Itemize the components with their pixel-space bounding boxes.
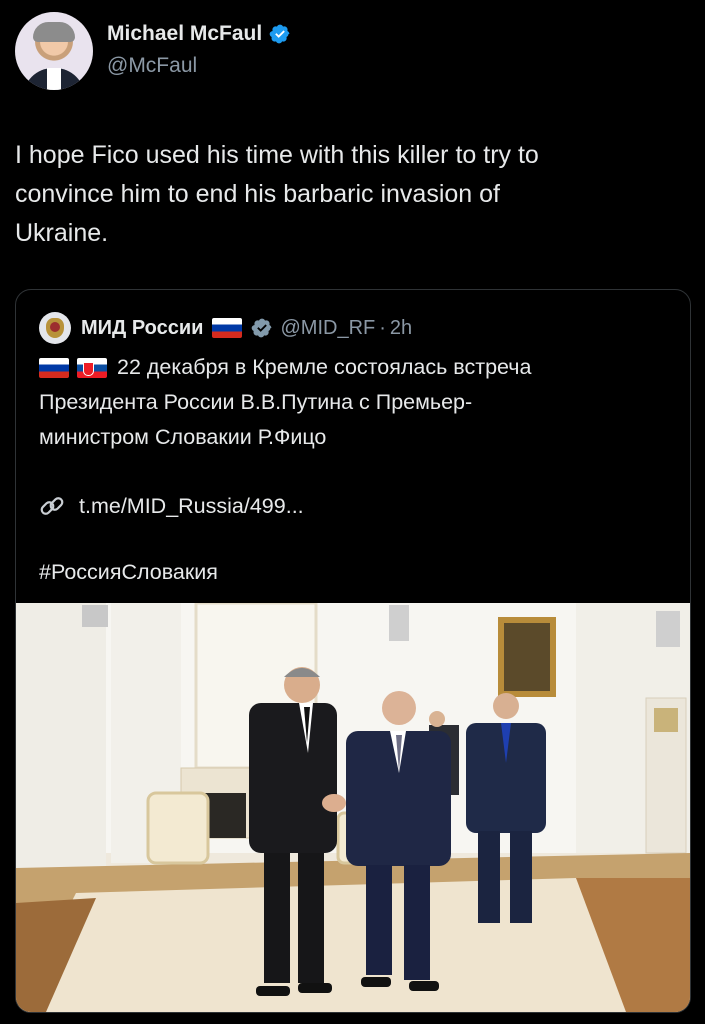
author-handle[interactable]: @McFaul — [107, 54, 197, 78]
slovakia-flag-icon — [77, 358, 107, 379]
quoted-line: 22 декабря в Кремле состоялась встреча — [117, 355, 532, 379]
quoted-author-handle[interactable]: @MID_RF — [280, 317, 375, 340]
quoted-header: МИД России @MID_RF · 2h — [39, 312, 412, 344]
quoted-line: Президента России В.В.Путина с Премьер- — [39, 390, 473, 414]
link-text[interactable]: t.me/MID_Russia/499... — [79, 494, 304, 519]
tweet-line: convince him to end his barbaric invasio… — [15, 180, 500, 208]
quoted-tweet-card[interactable]: МИД России @MID_RF · 2h 22 декабря в Кре… — [15, 289, 691, 1013]
author-name-row: Michael McFaul — [107, 22, 291, 46]
verified-badge-icon — [269, 24, 290, 44]
quoted-author-name[interactable]: МИД России — [81, 317, 203, 340]
tweet-text: I hope Fico used his time with this kill… — [15, 136, 655, 253]
quoted-avatar[interactable] — [39, 312, 71, 344]
separator-dot: · — [379, 316, 386, 339]
meeting-photo[interactable] — [16, 603, 690, 1012]
quoted-line: министром Словакии Р.Фицо — [39, 425, 327, 449]
hashtag[interactable]: #РоссияСловакия — [39, 560, 218, 585]
quoted-link[interactable]: t.me/MID_Russia/499... — [39, 493, 304, 519]
tweet-line: Ukraine. — [15, 219, 109, 247]
photo-illustration — [16, 603, 690, 1012]
author-avatar[interactable] — [15, 12, 93, 90]
russia-flag-icon — [39, 358, 69, 379]
russia-flag-icon — [212, 318, 243, 338]
author-name[interactable]: Michael McFaul — [107, 22, 262, 46]
tweet-line: I hope Fico used his time with this kill… — [15, 141, 539, 169]
quoted-text: 22 декабря в Кремле состоялась встреча П… — [39, 350, 679, 455]
verified-badge-icon — [252, 318, 272, 338]
link-icon — [40, 497, 64, 515]
tweet-header: Michael McFaul @McFaul — [15, 12, 675, 92]
flag-emojis — [39, 358, 107, 379]
quoted-timestamp[interactable]: 2h — [390, 317, 412, 340]
